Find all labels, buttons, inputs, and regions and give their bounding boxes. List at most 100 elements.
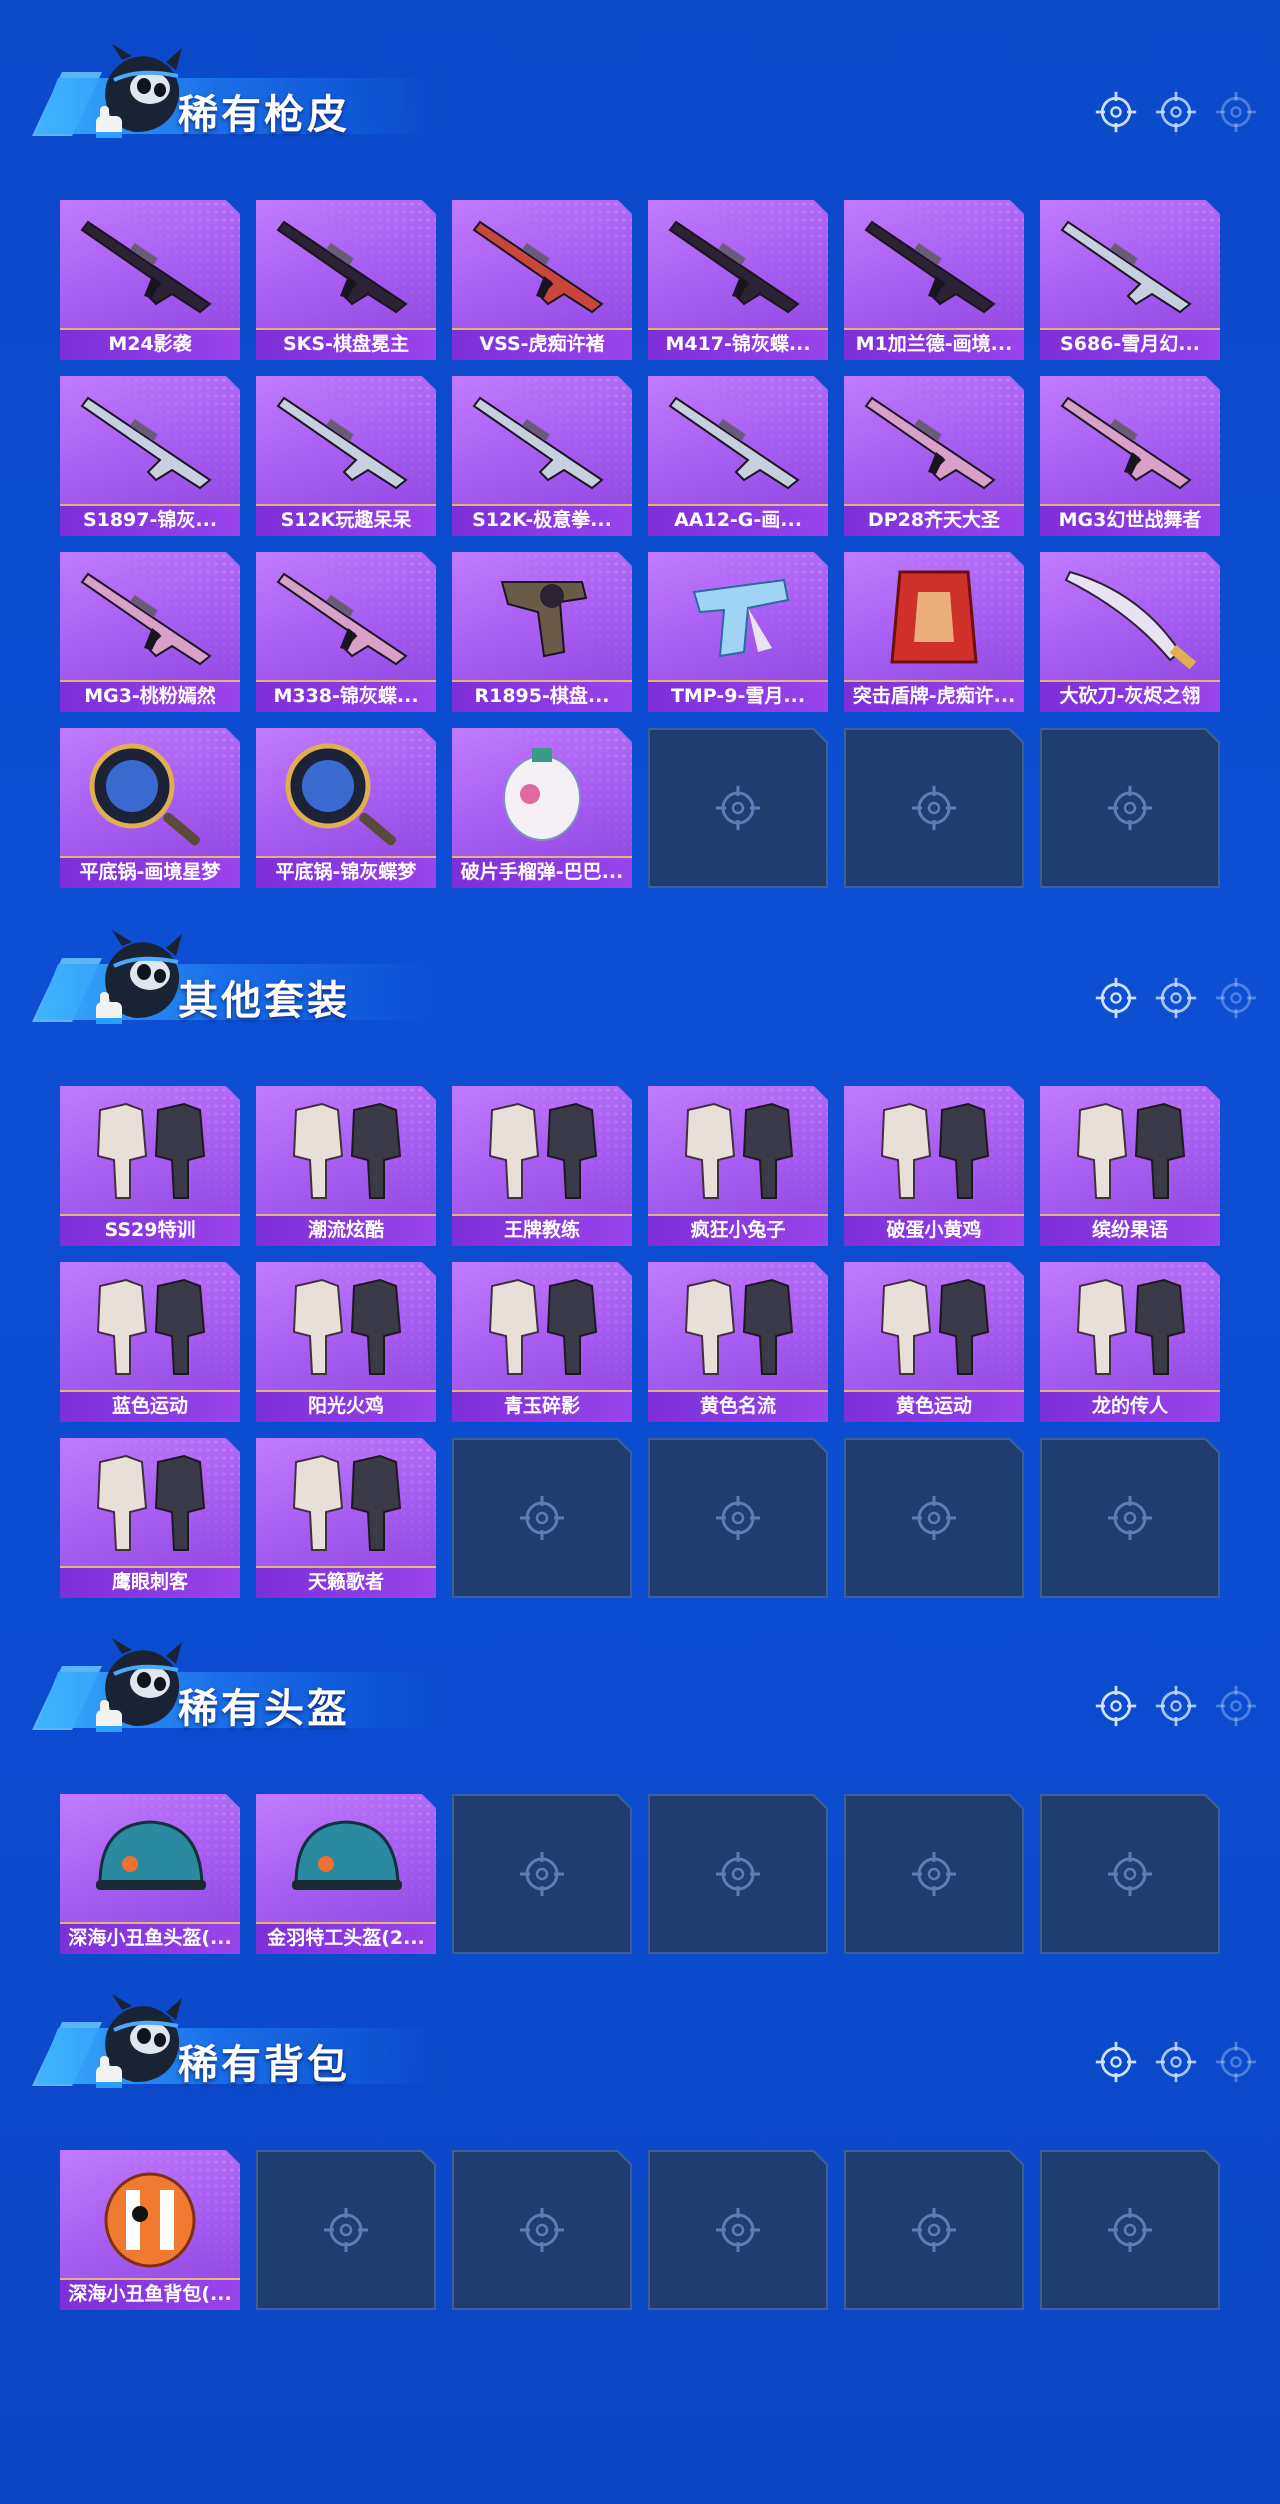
item-card[interactable]: S12K-极意拳... xyxy=(452,376,632,536)
item-card[interactable]: 鹰眼刺客 xyxy=(60,1438,240,1598)
item-card[interactable]: 缤纷果语 xyxy=(1040,1086,1220,1246)
empty-slot xyxy=(452,1438,632,1598)
item-card[interactable]: 蓝色运动 xyxy=(60,1262,240,1422)
item-card[interactable]: 疯狂小兔子 xyxy=(648,1086,828,1246)
item-card[interactable]: 深海小丑鱼头盔(... xyxy=(60,1794,240,1954)
section-header: 其他套装 xyxy=(28,926,1258,1036)
empty-slot xyxy=(1040,1794,1220,1954)
item-label: 深海小丑鱼背包(... xyxy=(60,2278,240,2310)
machine-gun-icon xyxy=(256,552,436,680)
backpack-icon xyxy=(60,2150,240,2278)
item-card[interactable]: R1895-棋盘... xyxy=(452,552,632,712)
crosshair-decor xyxy=(1094,976,1258,1020)
item-label: M417-锦灰蝶... xyxy=(648,328,828,360)
item-label: R1895-棋盘... xyxy=(452,680,632,712)
crosshair-icon xyxy=(1154,90,1198,134)
item-card[interactable]: M417-锦灰蝶... xyxy=(648,200,828,360)
shotgun-icon xyxy=(452,376,632,504)
crosshair-icon xyxy=(1214,90,1258,134)
item-grid: M24影袭 SKS-棋盘冕主 VSS-虎痴许褚 M417-锦灰蝶... M1加兰德-画境… xyxy=(60,200,1220,888)
item-card[interactable]: 平底锅-画境星梦 xyxy=(60,728,240,888)
crosshair-icon xyxy=(322,2206,370,2254)
section-header: 稀有头盔 xyxy=(28,1634,1258,1744)
machine-gun-icon xyxy=(1040,376,1220,504)
empty-slot xyxy=(1040,1438,1220,1598)
item-card[interactable]: SKS-棋盘冕主 xyxy=(256,200,436,360)
frying-pan-icon xyxy=(256,728,436,856)
item-card[interactable]: 黄色运动 xyxy=(844,1262,1024,1422)
item-card[interactable]: 青玉碎影 xyxy=(452,1262,632,1422)
helmet-icon xyxy=(60,1794,240,1922)
item-card[interactable]: M1加兰德-画境... xyxy=(844,200,1024,360)
crosshair-icon xyxy=(1214,2040,1258,2084)
item-label: VSS-虎痴许褚 xyxy=(452,328,632,360)
item-card[interactable]: 突击盾牌-虎痴许... xyxy=(844,552,1024,712)
item-label: AA12-G-画... xyxy=(648,504,828,536)
item-card[interactable]: VSS-虎痴许褚 xyxy=(452,200,632,360)
item-card[interactable]: S1897-锦灰... xyxy=(60,376,240,536)
item-card[interactable]: MG3幻世战舞者 xyxy=(1040,376,1220,536)
crosshair-icon xyxy=(1106,2206,1154,2254)
item-card[interactable]: S12K玩趣呆呆 xyxy=(256,376,436,536)
empty-slot xyxy=(452,2150,632,2310)
crosshair-decor xyxy=(1094,90,1258,134)
item-label: MG3-桃粉嫣然 xyxy=(60,680,240,712)
item-card[interactable]: 平底锅-锦灰蝶梦 xyxy=(256,728,436,888)
shotgun-icon xyxy=(256,376,436,504)
item-label: S686-雪月幻... xyxy=(1040,328,1220,360)
crosshair-icon xyxy=(1154,2040,1198,2084)
item-card[interactable]: TMP-9-雪月... xyxy=(648,552,828,712)
empty-slot xyxy=(648,728,828,888)
empty-slot xyxy=(648,2150,828,2310)
item-label: 黄色名流 xyxy=(648,1390,828,1422)
item-card[interactable]: DP28齐天大圣 xyxy=(844,376,1024,536)
item-card[interactable]: 龙的传人 xyxy=(1040,1262,1220,1422)
item-card[interactable]: 潮流炫酷 xyxy=(256,1086,436,1246)
item-label: 破片手榴弹-巴巴... xyxy=(452,856,632,888)
item-card[interactable]: MG3-桃粉嫣然 xyxy=(60,552,240,712)
crosshair-icon xyxy=(714,1850,762,1898)
item-card[interactable]: 阳光火鸡 xyxy=(256,1262,436,1422)
item-card[interactable]: M338-锦灰蝶... xyxy=(256,552,436,712)
item-card[interactable]: 金羽特工头盔(2... xyxy=(256,1794,436,1954)
item-card[interactable]: 黄色名流 xyxy=(648,1262,828,1422)
empty-slot xyxy=(648,1794,828,1954)
item-label: SKS-棋盘冕主 xyxy=(256,328,436,360)
crosshair-icon xyxy=(1094,2040,1138,2084)
item-card[interactable]: S686-雪月幻... xyxy=(1040,200,1220,360)
crosshair-decor xyxy=(1094,2040,1258,2084)
item-card[interactable]: 破蛋小黄鸡 xyxy=(844,1086,1024,1246)
machete-icon xyxy=(1040,552,1220,680)
item-label: 平底锅-画境星梦 xyxy=(60,856,240,888)
item-card[interactable]: 大砍刀-灰烬之翎 xyxy=(1040,552,1220,712)
empty-slot xyxy=(1040,728,1220,888)
crosshair-icon xyxy=(714,1494,762,1542)
outfit-icon xyxy=(60,1438,240,1566)
item-label: TMP-9-雪月... xyxy=(648,680,828,712)
item-card[interactable]: 深海小丑鱼背包(... xyxy=(60,2150,240,2310)
section-header: 稀有背包 xyxy=(28,1990,1258,2100)
item-label: SS29特训 xyxy=(60,1214,240,1246)
crosshair-icon xyxy=(714,784,762,832)
shield-icon xyxy=(844,552,1024,680)
item-label: 蓝色运动 xyxy=(60,1390,240,1422)
crosshair-icon xyxy=(518,2206,566,2254)
outfit-icon xyxy=(256,1086,436,1214)
item-label: 金羽特工头盔(2... xyxy=(256,1922,436,1954)
crosshair-icon xyxy=(1106,784,1154,832)
outfit-icon xyxy=(60,1086,240,1214)
item-card[interactable]: AA12-G-画... xyxy=(648,376,828,536)
crosshair-icon xyxy=(910,1850,958,1898)
item-card[interactable]: 破片手榴弹-巴巴... xyxy=(452,728,632,888)
item-card[interactable]: 王牌教练 xyxy=(452,1086,632,1246)
item-label: 阳光火鸡 xyxy=(256,1390,436,1422)
item-label: DP28齐天大圣 xyxy=(844,504,1024,536)
item-card[interactable]: SS29特训 xyxy=(60,1086,240,1246)
item-card[interactable]: M24影袭 xyxy=(60,200,240,360)
item-card[interactable]: 天籁歌者 xyxy=(256,1438,436,1598)
outfit-icon xyxy=(452,1086,632,1214)
outfit-icon xyxy=(452,1262,632,1390)
item-label: 青玉碎影 xyxy=(452,1390,632,1422)
shotgun-icon xyxy=(648,376,828,504)
empty-slot xyxy=(844,2150,1024,2310)
